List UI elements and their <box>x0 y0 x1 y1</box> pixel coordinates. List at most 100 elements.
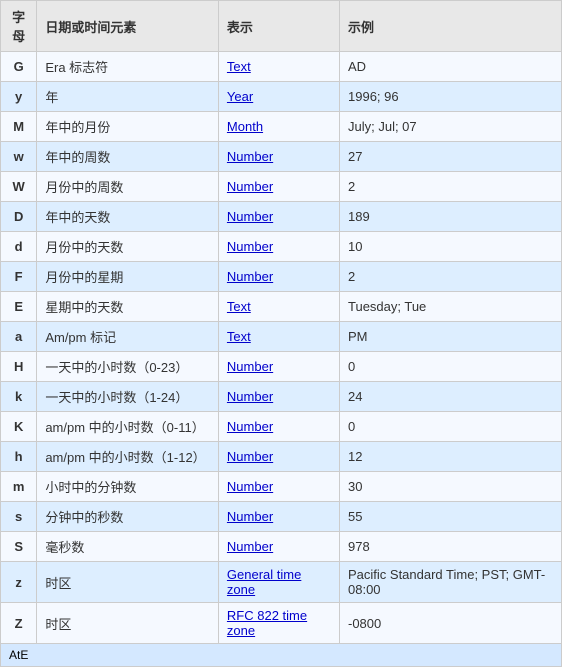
repr-link[interactable]: Number <box>227 509 273 524</box>
cell-example: 0 <box>340 412 562 442</box>
repr-link[interactable]: Number <box>227 149 273 164</box>
cell-repr[interactable]: Number <box>218 352 339 382</box>
cell-example: July; Jul; 07 <box>340 112 562 142</box>
footer-bar: AtE <box>0 644 562 667</box>
table-row: z时区 General time zone Pacific Standard Tim… <box>1 562 562 603</box>
table-row: s分钟中的秒数Number55 <box>1 502 562 532</box>
cell-desc: 星期中的天数 <box>37 292 219 322</box>
cell-repr[interactable]: Number <box>218 142 339 172</box>
cell-desc: am/pm 中的小时数（0-11） <box>37 412 219 442</box>
cell-repr[interactable]: Text <box>218 52 339 82</box>
repr-link[interactable]: RFC 822 time zone <box>227 608 307 638</box>
cell-char: k <box>1 382 37 412</box>
repr-link[interactable]: Number <box>227 479 273 494</box>
cell-desc: Am/pm 标记 <box>37 322 219 352</box>
footer-label: AtE <box>9 648 28 662</box>
cell-repr[interactable]: RFC 822 time zone <box>218 603 339 644</box>
cell-desc: 毫秒数 <box>37 532 219 562</box>
cell-char: W <box>1 172 37 202</box>
cell-desc: 时区 <box>37 562 219 603</box>
cell-char: a <box>1 322 37 352</box>
cell-repr[interactable]: Number <box>218 532 339 562</box>
cell-desc: 年中的周数 <box>37 142 219 172</box>
repr-link[interactable]: Number <box>227 449 273 464</box>
cell-example: -0800 <box>340 603 562 644</box>
cell-repr[interactable]: Number <box>218 412 339 442</box>
cell-repr[interactable]: Number <box>218 442 339 472</box>
cell-repr[interactable]: General time zone <box>218 562 339 603</box>
cell-example: 0 <box>340 352 562 382</box>
cell-example: 1996; 96 <box>340 82 562 112</box>
repr-link[interactable]: Number <box>227 359 273 374</box>
repr-link[interactable]: Number <box>227 269 273 284</box>
cell-char: d <box>1 232 37 262</box>
cell-desc: 年 <box>37 82 219 112</box>
repr-link[interactable]: Text <box>227 329 251 344</box>
cell-char: G <box>1 52 37 82</box>
repr-link[interactable]: Number <box>227 539 273 554</box>
cell-char: w <box>1 142 37 172</box>
cell-repr[interactable]: Number <box>218 232 339 262</box>
table-row: Kam/pm 中的小时数（0-11） Number 0 <box>1 412 562 442</box>
cell-example: 27 <box>340 142 562 172</box>
table-row: ham/pm 中的小时数（1-12）Number12 <box>1 442 562 472</box>
cell-example: 189 <box>340 202 562 232</box>
repr-link[interactable]: Number <box>227 419 273 434</box>
cell-example: 10 <box>340 232 562 262</box>
cell-desc: Era 标志符 <box>37 52 219 82</box>
table-row: H一天中的小时数（0-23）Number0 <box>1 352 562 382</box>
cell-repr[interactable]: Number <box>218 472 339 502</box>
repr-link[interactable]: Number <box>227 389 273 404</box>
cell-desc: am/pm 中的小时数（1-12） <box>37 442 219 472</box>
cell-char: h <box>1 442 37 472</box>
repr-link[interactable]: Text <box>227 59 251 74</box>
cell-repr[interactable]: Text <box>218 322 339 352</box>
table-row: D年中的天数Number189 <box>1 202 562 232</box>
cell-char: y <box>1 82 37 112</box>
table-row: y年 Year 1996; 96 <box>1 82 562 112</box>
cell-char: Z <box>1 603 37 644</box>
cell-desc: 时区 <box>37 603 219 644</box>
cell-repr[interactable]: Year <box>218 82 339 112</box>
cell-char: m <box>1 472 37 502</box>
cell-char: K <box>1 412 37 442</box>
repr-link[interactable]: Text <box>227 299 251 314</box>
table-row: d月份中的天数 Number 10 <box>1 232 562 262</box>
cell-desc: 小时中的分钟数 <box>37 472 219 502</box>
cell-repr[interactable]: Number <box>218 172 339 202</box>
table-row: W月份中的周数Number2 <box>1 172 562 202</box>
table-row: Z时区 RFC 822 time zone -0800 <box>1 603 562 644</box>
cell-repr[interactable]: Number <box>218 262 339 292</box>
cell-repr[interactable]: Number <box>218 382 339 412</box>
repr-link[interactable]: Year <box>227 89 253 104</box>
cell-example: Tuesday; Tue <box>340 292 562 322</box>
header-example: 示例 <box>340 1 562 52</box>
repr-link[interactable]: Number <box>227 239 273 254</box>
cell-repr[interactable]: Number <box>218 502 339 532</box>
header-desc: 日期或时间元素 <box>37 1 219 52</box>
cell-example: Pacific Standard Time; PST; GMT-08:00 <box>340 562 562 603</box>
table-row: S毫秒数Number978 <box>1 532 562 562</box>
cell-desc: 分钟中的秒数 <box>37 502 219 532</box>
cell-desc: 年中的月份 <box>37 112 219 142</box>
cell-char: F <box>1 262 37 292</box>
table-row: GEra 标志符TextAD <box>1 52 562 82</box>
table-row: m小时中的分钟数 Number 30 <box>1 472 562 502</box>
cell-desc: 月份中的天数 <box>37 232 219 262</box>
repr-link[interactable]: General time zone <box>227 567 301 597</box>
repr-link[interactable]: Number <box>227 209 273 224</box>
table-row: F月份中的星期Number2 <box>1 262 562 292</box>
cell-char: z <box>1 562 37 603</box>
repr-link[interactable]: Month <box>227 119 263 134</box>
table-row: M年中的月份 Month July; Jul; 07 <box>1 112 562 142</box>
cell-desc: 年中的天数 <box>37 202 219 232</box>
cell-repr[interactable]: Number <box>218 202 339 232</box>
cell-example: 30 <box>340 472 562 502</box>
cell-repr[interactable]: Text <box>218 292 339 322</box>
cell-char: s <box>1 502 37 532</box>
cell-char: M <box>1 112 37 142</box>
repr-link[interactable]: Number <box>227 179 273 194</box>
cell-example: 2 <box>340 172 562 202</box>
table-row: w年中的周数 Number 27 <box>1 142 562 172</box>
cell-repr[interactable]: Month <box>218 112 339 142</box>
